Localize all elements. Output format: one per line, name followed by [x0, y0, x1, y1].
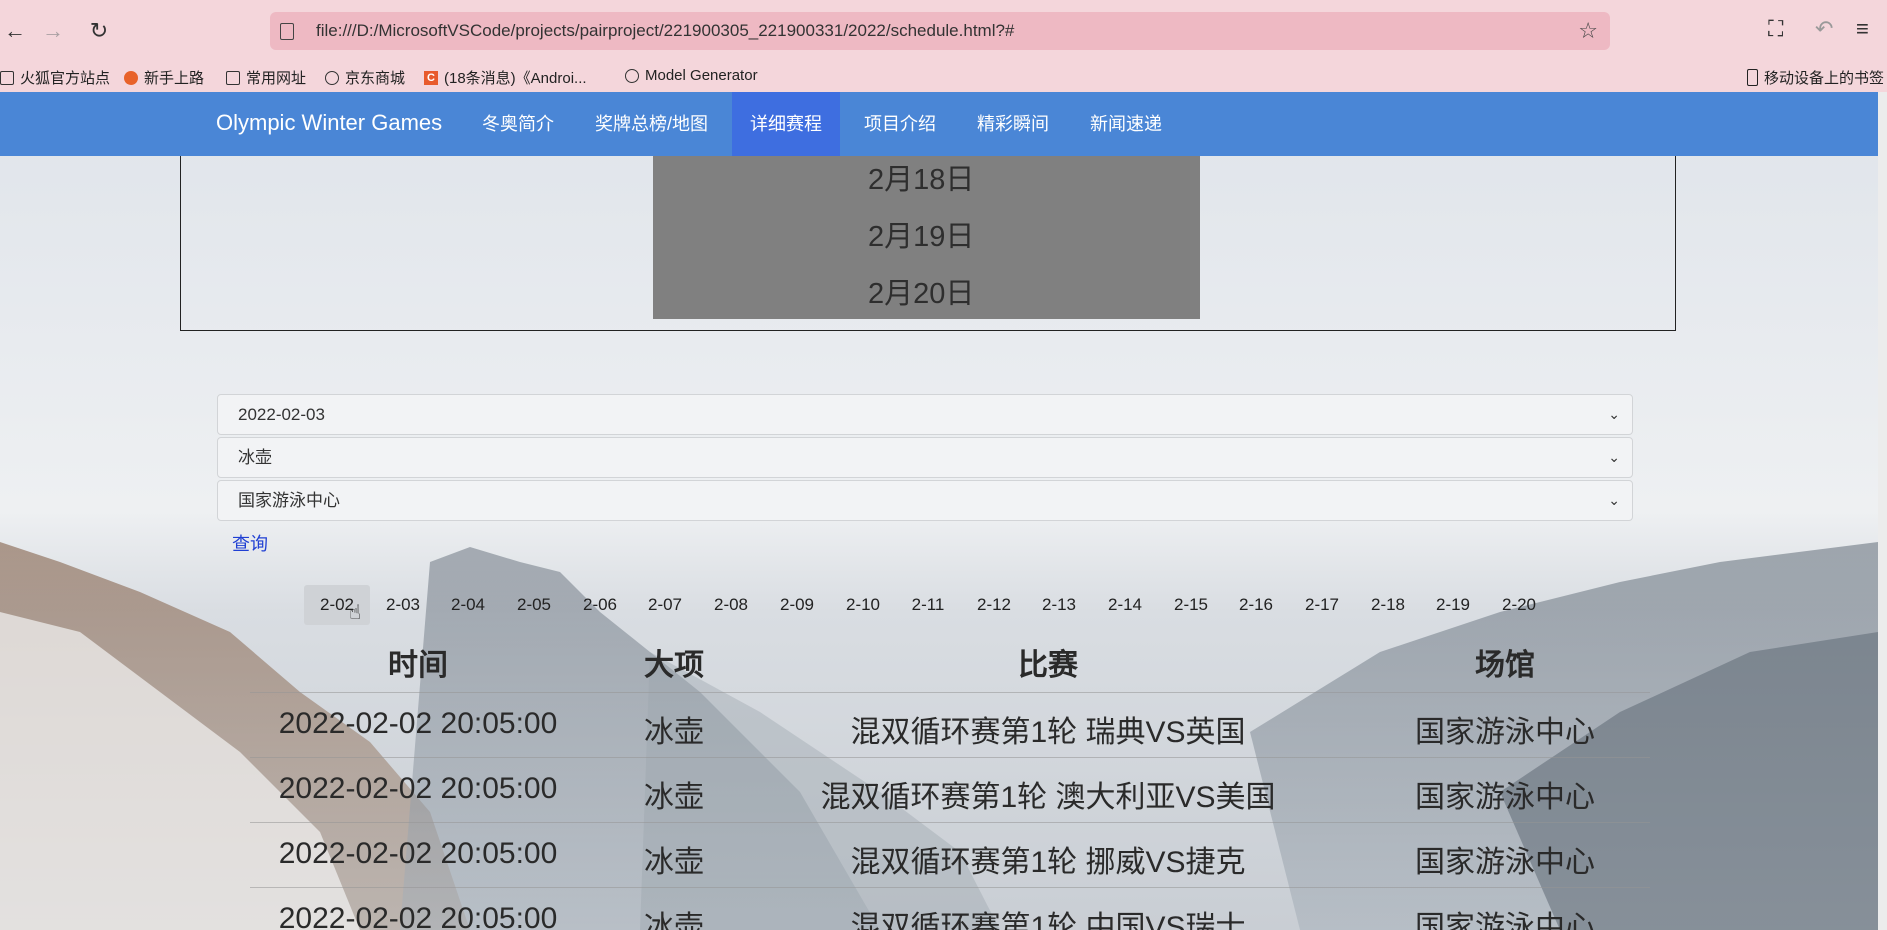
cell-sport: 冰壶: [644, 781, 704, 814]
table-row: 2022-02-02 20:05:00 冰壶 混双循环赛第1轮 澳大利亚VS美国…: [250, 757, 1650, 823]
table-header: 比赛: [1018, 649, 1078, 682]
mobile-bookmarks[interactable]: 移动设备上的书签: [1747, 67, 1884, 88]
address-bar[interactable]: file:///D:/MicrosoftVSCode/projects/pair…: [270, 12, 1610, 50]
cell-time: 2022-02-02 20:05:00: [278, 772, 558, 805]
table-header: 时间: [388, 649, 448, 682]
venue-select[interactable]: 国家游泳中心 ⌄: [217, 480, 1633, 521]
chevron-down-icon: ⌄: [1608, 492, 1620, 508]
chevron-down-icon: ⌄: [1608, 406, 1620, 422]
bookmark-item[interactable]: 京东商城: [325, 67, 405, 88]
date-list: 2月18日 2月19日 2月20日: [653, 156, 1200, 319]
date-tab[interactable]: 2-19: [1420, 585, 1486, 625]
chevron-down-icon: ⌄: [1608, 449, 1620, 465]
date-tab[interactable]: 2-20: [1486, 585, 1552, 625]
cell-sport: 冰壶: [644, 846, 704, 879]
date-tab[interactable]: 2-05: [501, 585, 567, 625]
undo-icon[interactable]: ↶: [1815, 16, 1833, 42]
page-viewport: Olympic Winter Games 冬奥简介 奖牌总榜/地图 详细赛程 项…: [0, 92, 1878, 930]
hand-cursor-icon: ☝: [349, 602, 362, 624]
globe-icon: [325, 70, 339, 85]
page-icon: [280, 22, 294, 40]
nav-item-medals[interactable]: 奖牌总榜/地图: [577, 92, 726, 156]
date-list-item[interactable]: 2月19日: [868, 213, 974, 255]
sport-select[interactable]: 冰壶 ⌄: [217, 437, 1633, 478]
crop-icon[interactable]: ⛶: [1768, 16, 1783, 42]
site-brand[interactable]: Olympic Winter Games: [216, 110, 442, 136]
menu-icon[interactable]: ≡: [1856, 16, 1869, 42]
page-scrollbar[interactable]: [1878, 92, 1887, 930]
cell-venue: 国家游泳中心: [1415, 716, 1595, 749]
date-tab[interactable]: 2-03: [370, 585, 436, 625]
nav-item-news[interactable]: 新闻速递: [1072, 92, 1180, 156]
cell-match: 混双循环赛第1轮 中国VS瑞士: [850, 911, 1246, 930]
date-tab[interactable]: 2-04: [435, 585, 501, 625]
date-tab[interactable]: 2-14: [1092, 585, 1158, 625]
bookmarks-bar: 火狐官方站点 新手上路 常用网址 京东商城 C (18条消息)《Androi...…: [0, 62, 1887, 92]
table-row: 2022-02-02 20:05:00 冰壶 混双循环赛第1轮 挪威VS捷克 国…: [250, 822, 1650, 888]
date-tab[interactable]: 2-15: [1158, 585, 1224, 625]
cell-match: 混双循环赛第1轮 澳大利亚VS美国: [820, 781, 1276, 814]
date-tab[interactable]: 2-09: [764, 585, 830, 625]
folder-icon: [0, 70, 14, 85]
cell-match: 混双循环赛第1轮 瑞典VS英国: [850, 716, 1246, 749]
date-tab[interactable]: 2-06: [567, 585, 633, 625]
date-tab[interactable]: 2-16: [1223, 585, 1289, 625]
date-tabs: 2-02 2-03 2-04 2-05 2-06 2-07 2-08 2-09 …: [0, 585, 1878, 625]
url-text[interactable]: file:///D:/MicrosoftVSCode/projects/pair…: [316, 21, 1014, 41]
nav-item-intro[interactable]: 冬奥简介: [464, 92, 572, 156]
bookmark-item[interactable]: 新手上路: [124, 67, 204, 88]
csdn-icon: C: [424, 70, 438, 85]
phone-icon: [1747, 69, 1758, 86]
date-tab[interactable]: 2-11: [895, 585, 961, 625]
browser-toolbar: ← → ↻ file:///D:/MicrosoftVSCode/project…: [0, 0, 1887, 62]
cell-venue: 国家游泳中心: [1415, 781, 1595, 814]
back-arrow-icon[interactable]: ←: [0, 16, 30, 46]
cell-time: 2022-02-02 20:05:00: [278, 707, 558, 740]
reload-icon[interactable]: ↻: [84, 16, 114, 46]
nav-item-events[interactable]: 项目介绍: [846, 92, 954, 156]
bookmark-item[interactable]: 火狐官方站点: [0, 67, 110, 88]
cell-sport: 冰壶: [644, 911, 704, 930]
date-tab[interactable]: 2-10: [830, 585, 896, 625]
folder-icon: [226, 70, 240, 85]
table-header: 场馆: [1475, 649, 1535, 682]
cell-venue: 国家游泳中心: [1415, 911, 1595, 930]
bookmark-item[interactable]: Model Generator: [625, 67, 758, 84]
cell-time: 2022-02-02 20:05:00: [278, 837, 558, 870]
date-tab[interactable]: 2-18: [1355, 585, 1421, 625]
top-navbar: Olympic Winter Games 冬奥简介 奖牌总榜/地图 详细赛程 项…: [0, 92, 1878, 156]
bookmark-item[interactable]: 常用网址: [226, 67, 306, 88]
bookmark-star-icon[interactable]: ☆: [1578, 18, 1598, 44]
date-list-item[interactable]: 2月18日: [868, 156, 974, 198]
date-tab[interactable]: 2-08: [698, 585, 764, 625]
forward-arrow-icon[interactable]: →: [38, 16, 68, 46]
firefox-icon: [124, 70, 138, 85]
table-row: 2022-02-02 20:05:00 冰壶 混双循环赛第1轮 中国VS瑞士 国…: [250, 887, 1650, 930]
cell-venue: 国家游泳中心: [1415, 846, 1595, 879]
query-link[interactable]: 查询: [232, 530, 268, 556]
cell-match: 混双循环赛第1轮 挪威VS捷克: [850, 846, 1246, 879]
date-list-item[interactable]: 2月20日: [868, 270, 974, 312]
nav-item-highlights[interactable]: 精彩瞬间: [959, 92, 1067, 156]
date-select[interactable]: 2022-02-03 ⌄: [217, 394, 1633, 435]
date-tab[interactable]: 2-07: [632, 585, 698, 625]
cell-sport: 冰壶: [644, 716, 704, 749]
table-row: 2022-02-02 20:05:00 冰壶 混双循环赛第1轮 瑞典VS英国 国…: [250, 692, 1650, 758]
table-header: 大项: [644, 649, 704, 682]
date-tab[interactable]: 2-13: [1026, 585, 1092, 625]
bookmark-item[interactable]: C (18条消息)《Androi...: [424, 67, 587, 88]
globe-icon: [625, 68, 639, 83]
date-tab[interactable]: 2-12: [961, 585, 1027, 625]
nav-item-schedule[interactable]: 详细赛程: [732, 92, 840, 156]
date-tab[interactable]: 2-17: [1289, 585, 1355, 625]
cell-time: 2022-02-02 20:05:00: [278, 902, 558, 930]
